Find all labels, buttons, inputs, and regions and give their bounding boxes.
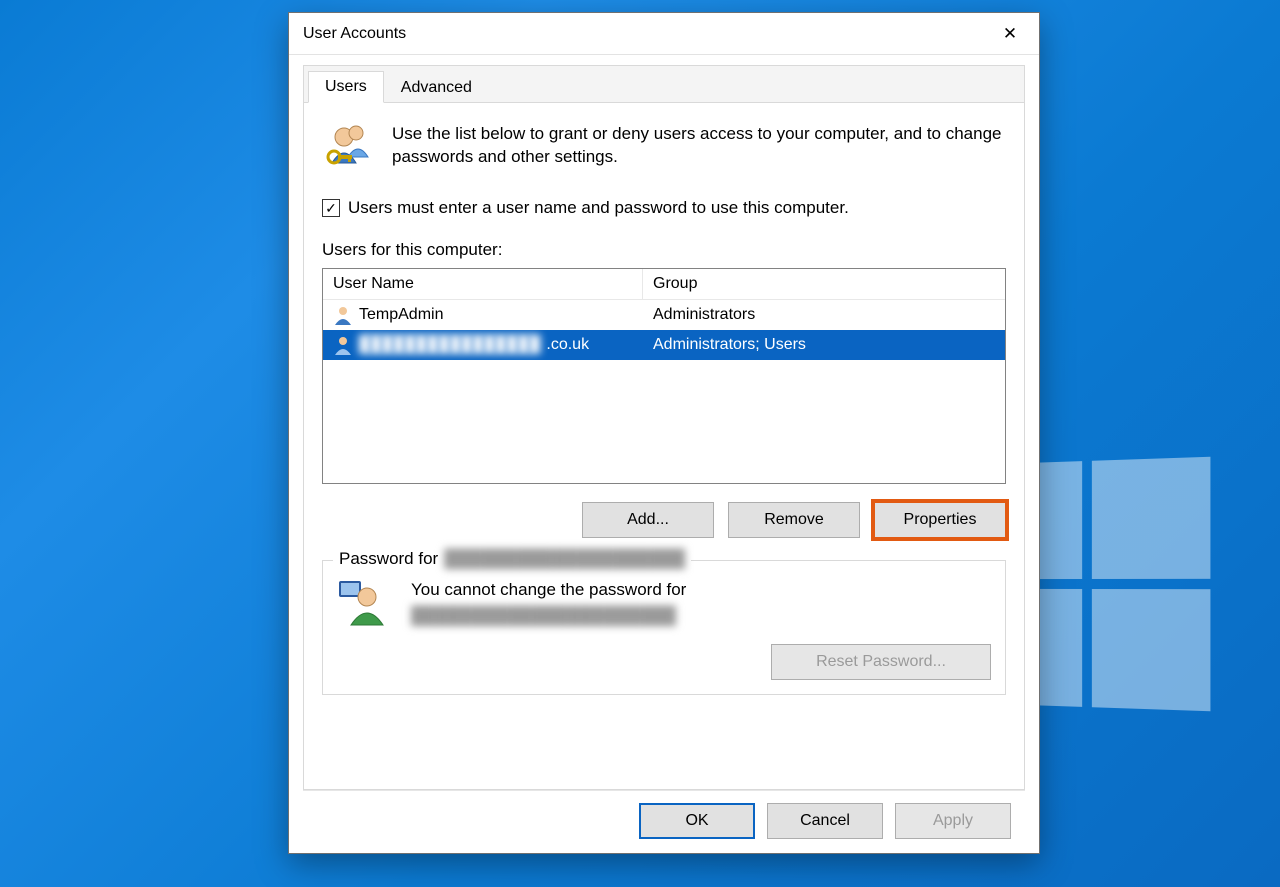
password-text: You cannot change the password for █████…: [411, 577, 686, 628]
add-button[interactable]: Add...: [582, 502, 714, 538]
reset-password-button: Reset Password...: [771, 644, 991, 680]
users-list-rows: TempAdmin Administrators: [323, 300, 1005, 483]
dialog-buttons: OK Cancel Apply: [303, 790, 1025, 853]
require-login-label: Users must enter a user name and passwor…: [348, 198, 849, 218]
user-accounts-dialog: User Accounts ✕ Users Advanced: [288, 12, 1040, 854]
tab-content-users: Use the list below to grant or deny user…: [303, 103, 1025, 790]
password-user-icon: [337, 577, 391, 632]
cancel-button[interactable]: Cancel: [767, 803, 883, 839]
users-list-header: User Name Group: [323, 269, 1005, 300]
require-login-row[interactable]: ✓ Users must enter a user name and passw…: [322, 198, 1006, 218]
users-key-icon: [322, 123, 374, 176]
col-header-username[interactable]: User Name: [323, 269, 643, 299]
password-line1: You cannot change the password for: [411, 577, 686, 603]
dialog-body: Users Advanced Use the list below to: [289, 55, 1039, 853]
intro-row: Use the list below to grant or deny user…: [322, 123, 1006, 176]
table-row[interactable]: TempAdmin Administrators: [323, 300, 1005, 330]
table-row[interactable]: ████████████████ .co.uk Administrators; U…: [323, 330, 1005, 360]
password-legend-redacted: ████████████████████: [444, 549, 685, 569]
cell-group: Administrators; Users: [653, 336, 806, 354]
password-fieldset: Password for ████████████████████ You ca: [322, 560, 1006, 695]
apply-button: Apply: [895, 803, 1011, 839]
window-title: User Accounts: [303, 25, 406, 43]
cell-username-redacted: ████████████████: [359, 336, 540, 354]
password-line2-redacted: ██████████████████████: [411, 603, 686, 629]
close-button[interactable]: ✕: [987, 18, 1033, 50]
user-icon: [333, 305, 353, 325]
password-legend: Password for ████████████████████: [333, 549, 691, 569]
tab-advanced[interactable]: Advanced: [384, 72, 489, 103]
col-header-group[interactable]: Group: [643, 269, 1005, 299]
intro-text: Use the list below to grant or deny user…: [392, 123, 1006, 169]
properties-button[interactable]: Properties: [874, 502, 1006, 538]
tabstrip: Users Advanced: [303, 65, 1025, 103]
users-list-label: Users for this computer:: [322, 240, 1006, 260]
require-login-checkbox[interactable]: ✓: [322, 199, 340, 217]
close-icon: ✕: [1003, 24, 1017, 44]
users-list[interactable]: User Name Group TempAdmin: [322, 268, 1006, 484]
ok-button[interactable]: OK: [639, 803, 755, 839]
cell-group: Administrators: [653, 306, 755, 324]
user-action-buttons: Add... Remove Properties: [322, 502, 1006, 538]
tab-users[interactable]: Users: [308, 71, 384, 103]
remove-button[interactable]: Remove: [728, 502, 860, 538]
cell-username-suffix: .co.uk: [546, 336, 589, 354]
check-icon: ✓: [325, 201, 337, 215]
user-icon: [333, 335, 353, 355]
cell-username: TempAdmin: [359, 306, 443, 324]
titlebar: User Accounts ✕: [289, 13, 1039, 55]
